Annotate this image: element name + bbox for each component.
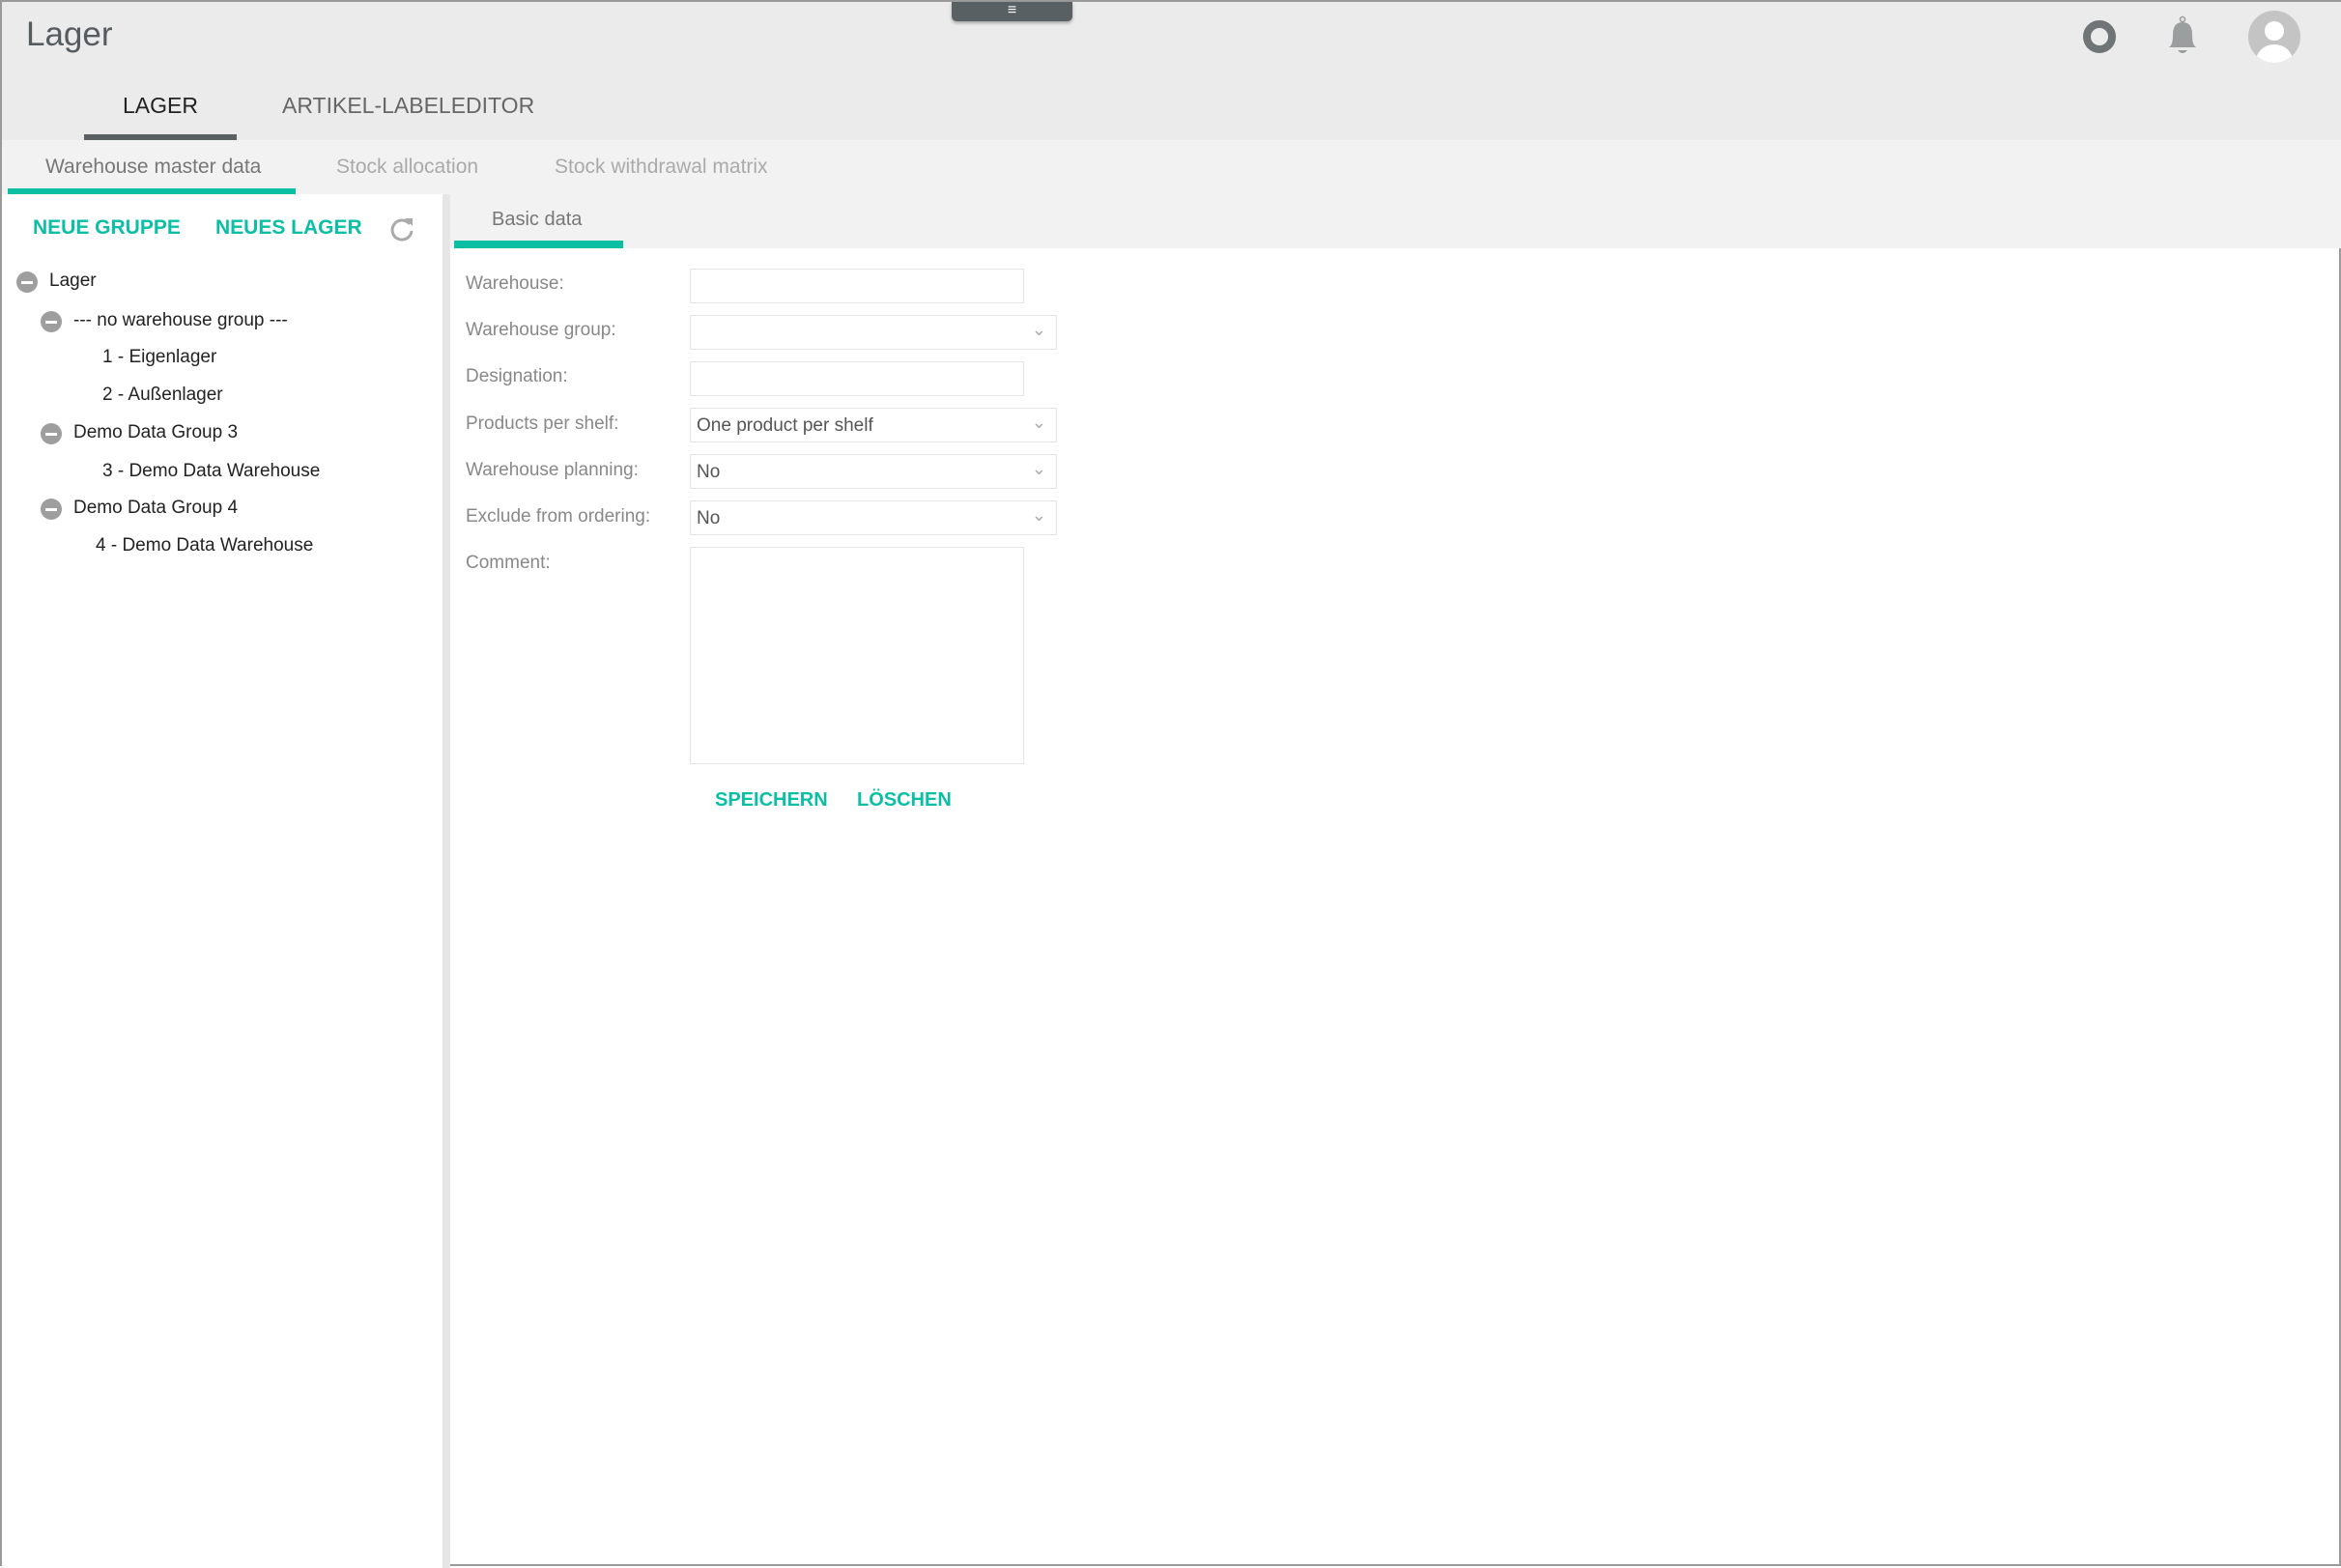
comment-textarea[interactable] (690, 547, 1024, 764)
avatar[interactable] (2248, 11, 2300, 63)
tab-stock-withdrawal-matrix[interactable]: Stock withdrawal matrix (555, 156, 768, 179)
chevron-down-icon: ⌄ (1031, 505, 1046, 525)
tree-node[interactable]: 2 - Außenlager (102, 385, 223, 406)
designation-label: Designation: (466, 366, 568, 386)
tree-node[interactable]: 1 - Eigenlager (102, 347, 216, 368)
chevron-down-icon: ⌄ (1031, 413, 1046, 432)
tree-node[interactable]: Demo Data Group 3 (73, 422, 238, 443)
save-button[interactable]: SPEICHERN (715, 789, 828, 812)
exclude-from-ordering-select[interactable]: No ⌄ (690, 500, 1057, 535)
panel-divider[interactable] (443, 194, 450, 1568)
warehouse-planning-label: Warehouse planning: (466, 460, 639, 480)
exclude-from-ordering-value: No (697, 508, 721, 528)
bell-icon[interactable] (2165, 15, 2200, 58)
app-header (2, 2, 2341, 140)
tree-node[interactable]: Lager (49, 271, 97, 292)
exclude-from-ordering-label: Exclude from ordering: (466, 506, 651, 527)
refresh-icon[interactable] (388, 215, 415, 242)
hamburger-icon: ≡ (1007, 2, 1017, 18)
page-title: Lager (26, 15, 113, 53)
tree-node[interactable]: 4 - Demo Data Warehouse (96, 535, 313, 556)
new-warehouse-button[interactable]: NEUES LAGER (215, 216, 362, 240)
products-per-shelf-label: Products per shelf: (466, 413, 619, 434)
menu-toggle-button[interactable]: ≡ (952, 2, 1072, 21)
active-detail-tab-indicator (454, 241, 623, 248)
products-per-shelf-value: One product per shelf (697, 415, 873, 436)
warehouse-planning-value: No (697, 462, 721, 482)
status-icon[interactable] (2082, 19, 2117, 54)
collapse-icon[interactable] (41, 311, 62, 332)
collapse-icon[interactable] (41, 499, 62, 520)
tree-node[interactable]: --- no warehouse group --- (73, 310, 288, 331)
collapse-icon[interactable] (16, 271, 38, 293)
collapse-icon[interactable] (41, 423, 62, 444)
tab-basic-data[interactable]: Basic data (492, 209, 582, 231)
tab-warehouse-master-data[interactable]: Warehouse master data (45, 156, 261, 179)
chevron-down-icon: ⌄ (1031, 320, 1046, 339)
chevron-down-icon: ⌄ (1031, 459, 1046, 478)
tab-stock-allocation[interactable]: Stock allocation (336, 156, 478, 179)
warehouse-group-select[interactable]: ⌄ (690, 315, 1057, 350)
tree-node[interactable]: 3 - Demo Data Warehouse (102, 461, 320, 482)
products-per-shelf-select[interactable]: One product per shelf ⌄ (690, 408, 1057, 442)
comment-label: Comment: (466, 553, 551, 573)
tab-lager[interactable]: LAGER (84, 93, 237, 119)
warehouse-group-label: Warehouse group: (466, 320, 616, 340)
warehouse-label: Warehouse: (466, 273, 564, 294)
warehouse-planning-select[interactable]: No ⌄ (690, 454, 1057, 489)
tree-node[interactable]: Demo Data Group 4 (73, 498, 238, 519)
tab-artikel-labeleditor[interactable]: ARTIKEL-LABELEDITOR (282, 93, 534, 119)
warehouse-input[interactable] (690, 269, 1024, 303)
new-group-button[interactable]: NEUE GRUPPE (33, 216, 181, 240)
designation-input[interactable] (690, 361, 1024, 396)
detail-tab-bar (450, 194, 2341, 248)
delete-button[interactable]: LÖSCHEN (857, 789, 952, 812)
